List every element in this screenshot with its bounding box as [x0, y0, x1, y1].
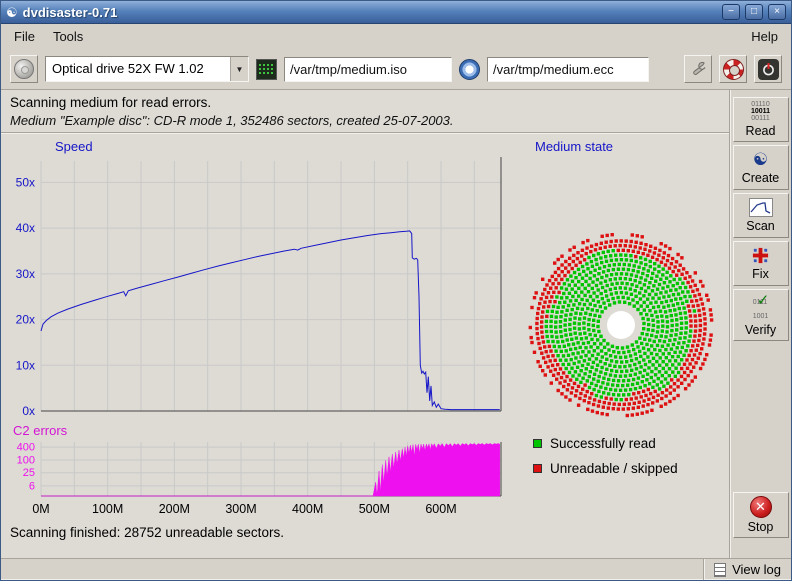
create-button[interactable]: ☯ Create [733, 145, 789, 190]
statusbar: View log [1, 558, 791, 580]
svg-text:0M: 0M [32, 502, 49, 516]
scan-button-label: Scan [746, 219, 775, 233]
view-log-button[interactable]: View log [703, 559, 791, 580]
svg-text:100: 100 [17, 454, 35, 466]
svg-text:500M: 500M [359, 502, 390, 516]
speed-chart-title: Speed [55, 139, 93, 154]
svg-text:400: 400 [17, 442, 35, 454]
status-line-2: Medium "Example disc": CD-R mode 1, 3524… [10, 113, 720, 128]
svg-text:0x: 0x [22, 404, 35, 418]
drive-button[interactable] [10, 55, 38, 83]
svg-text:40x: 40x [16, 221, 35, 235]
read-button-label: Read [746, 124, 776, 138]
verify-button[interactable]: 0111 1001 ✓ Verify [733, 289, 789, 341]
view-log-label: View log [732, 562, 781, 577]
svg-text:400M: 400M [292, 502, 323, 516]
svg-text:300M: 300M [225, 502, 256, 516]
scan-button[interactable]: Scan [733, 193, 789, 238]
drive-select[interactable]: Optical drive 52X FW 1.02 ▼ [45, 56, 249, 82]
c2-chart-title: C2 errors [13, 423, 67, 438]
power-icon [758, 59, 779, 80]
menu-help[interactable]: Help [742, 26, 787, 47]
app-yinyang-icon: ☯ [6, 6, 18, 19]
fix-button-label: Fix [752, 267, 769, 281]
iso-path-input[interactable] [284, 57, 452, 82]
main-panel: Scanning medium for read errors. Medium … [1, 90, 729, 558]
svg-text:50x: 50x [16, 175, 35, 189]
stop-button[interactable]: ✕ Stop [733, 492, 789, 538]
main-row: Scanning medium for read errors. Medium … [1, 90, 791, 558]
log-icon [714, 563, 726, 577]
window-title: dvdisaster-0.71 [23, 5, 118, 20]
scan-result-text: Scanning finished: 28752 unreadable sect… [10, 525, 284, 540]
maximize-button[interactable]: □ [745, 4, 763, 20]
status-area: Scanning medium for read errors. Medium … [1, 90, 729, 133]
wrench-icon [688, 59, 708, 79]
svg-text:30x: 30x [16, 267, 35, 281]
menubar: File Tools Help [1, 24, 791, 49]
ecc-path-input[interactable] [487, 57, 649, 82]
chevron-down-icon[interactable]: ▼ [230, 57, 248, 81]
svg-text:25: 25 [23, 467, 35, 479]
scan-curve-icon [749, 198, 773, 217]
close-button[interactable]: × [768, 4, 786, 20]
legend-red-square [533, 464, 542, 473]
read-binary-icon: 01110 10011 00111 [751, 101, 770, 122]
image-file-icon [256, 59, 277, 80]
svg-text:10x: 10x [16, 358, 35, 372]
read-button[interactable]: 01110 10011 00111 Read [733, 97, 789, 142]
speed-chart: 0x 10x 20x 30x 40x 50x [3, 155, 507, 421]
medium-state-title: Medium state [535, 139, 613, 154]
action-sidebar: 01110 10011 00111 Read ☯ Create Scan [729, 90, 791, 558]
svg-text:6: 6 [29, 480, 35, 492]
menu-tools[interactable]: Tools [44, 26, 92, 47]
drive-icon [14, 59, 34, 79]
svg-text:20x: 20x [16, 313, 35, 327]
svg-text:200M: 200M [159, 502, 190, 516]
menu-file[interactable]: File [5, 26, 44, 47]
ecc-file-icon [459, 59, 480, 80]
app-window: ☯ dvdisaster-0.71 − □ × File Tools Help … [0, 0, 792, 581]
legend-unreadable: Unreadable / skipped [533, 461, 678, 476]
verify-button-label: Verify [745, 323, 776, 337]
legend-success-label: Successfully read [550, 436, 656, 451]
disc-visualization [525, 229, 717, 421]
lifesaver-icon [723, 59, 744, 80]
minimize-button[interactable]: − [722, 4, 740, 20]
titlebar: ☯ dvdisaster-0.71 − □ × [1, 1, 791, 24]
legend-green-square [533, 439, 542, 448]
toolbar: Optical drive 52X FW 1.02 ▼ [1, 49, 791, 90]
create-button-label: Create [742, 171, 780, 185]
stop-x-icon: ✕ [750, 496, 772, 518]
chart-region: Speed Medium state 0x 10x 20x 30x 40x 50x C2 … [1, 133, 729, 558]
fix-tools-icon [751, 246, 770, 265]
verify-check-icon: 0111 1001 ✓ [753, 293, 769, 321]
stop-button-label: Stop [748, 520, 774, 534]
help-button[interactable] [719, 55, 747, 83]
preferences-button[interactable] [684, 55, 712, 83]
legend-unreadable-label: Unreadable / skipped [550, 461, 678, 476]
create-yinyang-icon: ☯ [753, 151, 768, 169]
fix-button[interactable]: Fix [733, 241, 789, 286]
svg-text:100M: 100M [92, 502, 123, 516]
c2-errors-chart: 400100256 0M 100M 200M 300M 400M 500M 600M [3, 439, 507, 519]
status-line-1: Scanning medium for read errors. [10, 95, 720, 110]
drive-select-value: Optical drive 52X FW 1.02 [46, 57, 230, 81]
svg-text:600M: 600M [425, 502, 456, 516]
legend-success: Successfully read [533, 436, 656, 451]
quit-button[interactable] [754, 55, 782, 83]
